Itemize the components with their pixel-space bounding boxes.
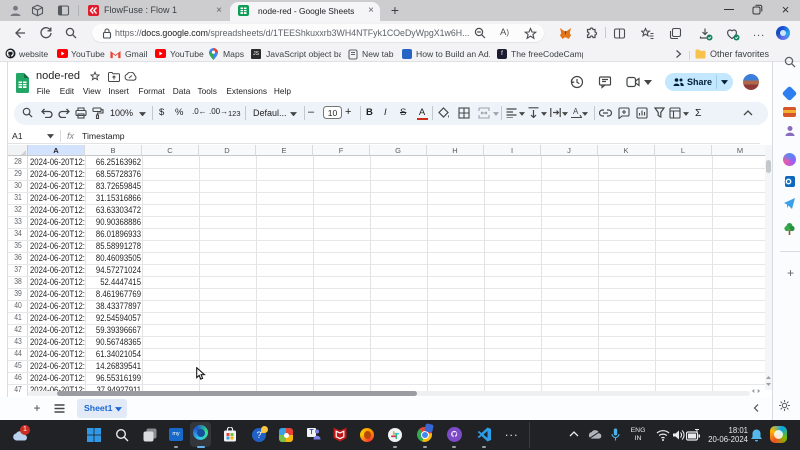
svg-text:A: A xyxy=(573,107,579,116)
